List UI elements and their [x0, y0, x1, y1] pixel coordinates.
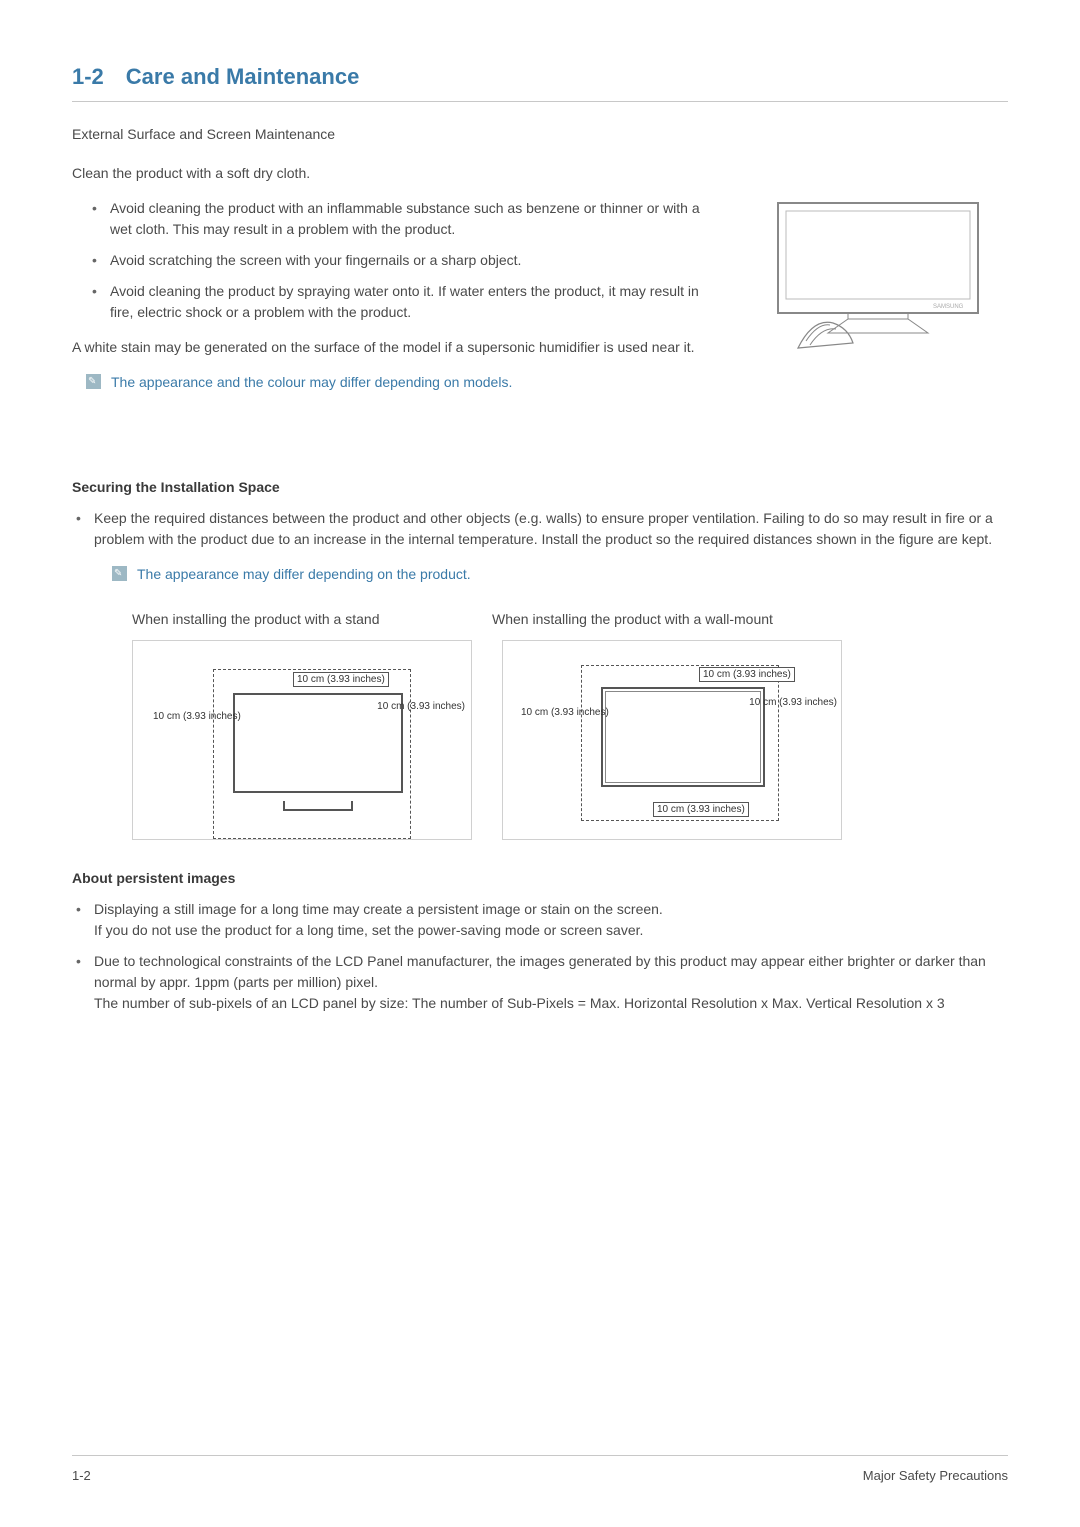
dim-top-label: 10 cm (3.93 inches) [293, 672, 389, 687]
list-item: Avoid cleaning the product by spraying w… [92, 281, 718, 323]
dim-right-label-wall: 10 cm (3.93 inches) [749, 697, 837, 708]
caption-stand: When installing the product with a stand [132, 609, 452, 630]
external-illustration: SAMSUNG [748, 163, 1008, 407]
wall-diagram: 10 cm (3.93 inches) 10 cm (3.93 inches) … [502, 640, 842, 840]
securing-note-box: The appearance may differ depending on t… [72, 564, 1008, 585]
dim-left-label-wall: 10 cm (3.93 inches) [521, 707, 575, 718]
footer-page-number: 1-2 [72, 1466, 91, 1486]
note-icon [86, 374, 101, 389]
external-bullets: Avoid cleaning the product with an infla… [72, 198, 718, 323]
caption-wall: When installing the product with a wall-… [492, 609, 773, 630]
list-item: Avoid scratching the screen with your fi… [92, 250, 718, 271]
monitor-cleaning-illustration: SAMSUNG [758, 193, 998, 353]
list-item: Avoid cleaning the product with an infla… [92, 198, 718, 240]
external-intro: Clean the product with a soft dry cloth. [72, 163, 718, 184]
dim-bottom-label: 10 cm (3.93 inches) [653, 802, 749, 817]
securing-bullets: Keep the required distances between the … [72, 508, 1008, 550]
footer-chapter-title: Major Safety Precautions [863, 1466, 1008, 1486]
dim-top-label-wall: 10 cm (3.93 inches) [699, 667, 795, 682]
list-item: Due to technological constraints of the … [76, 951, 1008, 1014]
diagram-captions: When installing the product with a stand… [72, 609, 1008, 630]
section-heading: 1-2 Care and Maintenance [72, 60, 1008, 102]
section-title: Care and Maintenance [126, 64, 360, 89]
external-content: Clean the product with a soft dry cloth.… [72, 163, 1008, 407]
list-item: Keep the required distances between the … [76, 508, 1008, 550]
dim-right-label: 10 cm (3.93 inches) [377, 701, 465, 712]
persistent-bullets: Displaying a still image for a long time… [72, 899, 1008, 1014]
external-heading: External Surface and Screen Maintenance [72, 124, 1008, 145]
page-footer: 1-2 Major Safety Precautions [72, 1455, 1008, 1486]
note-icon [112, 566, 127, 581]
appearance-note-box: The appearance and the colour may differ… [72, 372, 718, 393]
list-item: Displaying a still image for a long time… [76, 899, 1008, 941]
section-number: 1-2 [72, 64, 104, 89]
stand-diagram: 10 cm (3.93 inches) 10 cm (3.93 inches) … [132, 640, 472, 840]
stain-note: A white stain may be generated on the su… [72, 337, 718, 358]
diagrams-row: 10 cm (3.93 inches) 10 cm (3.93 inches) … [72, 640, 1008, 840]
dim-left-label: 10 cm (3.93 inches) [153, 711, 207, 722]
appearance-note: The appearance and the colour may differ… [111, 372, 512, 393]
external-left: Clean the product with a soft dry cloth.… [72, 163, 718, 407]
svg-text:SAMSUNG: SAMSUNG [933, 304, 964, 310]
persistent-heading: About persistent images [72, 868, 1008, 889]
securing-heading: Securing the Installation Space [72, 477, 1008, 498]
securing-note: The appearance may differ depending on t… [137, 564, 471, 585]
